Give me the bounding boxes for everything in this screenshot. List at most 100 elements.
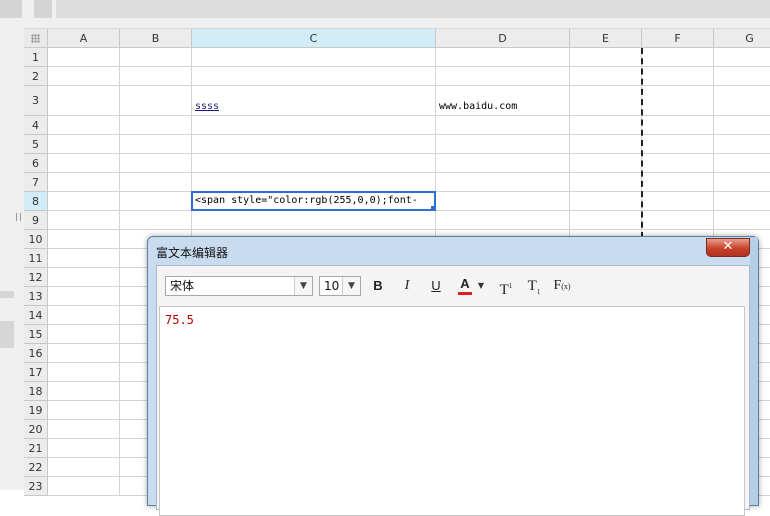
cell-d4[interactable]: [436, 116, 570, 135]
cell-a19[interactable]: [48, 401, 120, 420]
column-header-b[interactable]: B: [120, 29, 192, 48]
row-header-16[interactable]: 16: [24, 344, 48, 363]
cell-b6[interactable]: [120, 154, 192, 173]
font-size-select[interactable]: 10 ▼: [319, 276, 361, 296]
fill-handle[interactable]: [431, 206, 434, 209]
cell-a10[interactable]: [48, 230, 120, 249]
chevron-down-icon[interactable]: ▼: [294, 277, 312, 295]
cell-a22[interactable]: [48, 458, 120, 477]
subscript-button[interactable]: T1: [523, 276, 545, 296]
cell-g4[interactable]: [714, 116, 770, 135]
cell-f2[interactable]: [642, 67, 714, 86]
cell-e9[interactable]: [570, 211, 642, 230]
italic-button[interactable]: I: [396, 276, 418, 296]
cell-c1[interactable]: [192, 48, 436, 67]
cell-a4[interactable]: [48, 116, 120, 135]
cell-c7[interactable]: [192, 173, 436, 192]
column-header-a[interactable]: A: [48, 29, 120, 48]
cell-c6[interactable]: [192, 154, 436, 173]
cell-g7[interactable]: [714, 173, 770, 192]
underline-button[interactable]: U: [425, 276, 447, 296]
cell-f7[interactable]: [642, 173, 714, 192]
cell-g3[interactable]: [714, 86, 770, 116]
cell-g2[interactable]: [714, 67, 770, 86]
row-header-15[interactable]: 15: [24, 325, 48, 344]
row-header-11[interactable]: 11: [24, 249, 48, 268]
cell-d5[interactable]: [436, 135, 570, 154]
cell-a6[interactable]: [48, 154, 120, 173]
cell-d7[interactable]: [436, 173, 570, 192]
cell-b5[interactable]: [120, 135, 192, 154]
cell-e5[interactable]: [570, 135, 642, 154]
close-button[interactable]: ✕: [706, 238, 750, 257]
cell-c4[interactable]: [192, 116, 436, 135]
cell-a5[interactable]: [48, 135, 120, 154]
font-name-select[interactable]: 宋体 ▼: [165, 276, 313, 296]
row-header-8[interactable]: 8: [24, 192, 48, 211]
cell-b4[interactable]: [120, 116, 192, 135]
row-header-14[interactable]: 14: [24, 306, 48, 325]
superscript-button[interactable]: T1: [495, 276, 517, 298]
cell-f9[interactable]: [642, 211, 714, 230]
cell-a3[interactable]: [48, 86, 120, 116]
row-header-5[interactable]: 5: [24, 135, 48, 154]
row-header-2[interactable]: 2: [24, 67, 48, 86]
caret-down-icon[interactable]: ▼: [476, 276, 486, 296]
cell-f4[interactable]: [642, 116, 714, 135]
cell-g1[interactable]: [714, 48, 770, 67]
cell-f3[interactable]: [642, 86, 714, 116]
cell-a18[interactable]: [48, 382, 120, 401]
row-header-21[interactable]: 21: [24, 439, 48, 458]
row-header-23[interactable]: 23: [24, 477, 48, 496]
cell-b9[interactable]: [120, 211, 192, 230]
cell-a2[interactable]: [48, 67, 120, 86]
row-header-19[interactable]: 19: [24, 401, 48, 420]
cell-a14[interactable]: [48, 306, 120, 325]
cell-a23[interactable]: [48, 477, 120, 496]
row-header-7[interactable]: 7: [24, 173, 48, 192]
cell-g6[interactable]: [714, 154, 770, 173]
cell-a13[interactable]: [48, 287, 120, 306]
dialog-edge-scrollbar[interactable]: [750, 237, 758, 505]
formula-button[interactable]: F(x): [549, 276, 575, 296]
cell-a11[interactable]: [48, 249, 120, 268]
cell-c9[interactable]: [192, 211, 436, 230]
cell-f6[interactable]: [642, 154, 714, 173]
select-all-corner[interactable]: [24, 29, 48, 48]
cell-a15[interactable]: [48, 325, 120, 344]
row-header-13[interactable]: 13: [24, 287, 48, 306]
cell-e4[interactable]: [570, 116, 642, 135]
cell-e3[interactable]: [570, 86, 642, 116]
cell-g5[interactable]: [714, 135, 770, 154]
cell-d6[interactable]: [436, 154, 570, 173]
column-header-g[interactable]: G: [714, 29, 770, 48]
font-color-button[interactable]: A: [455, 276, 475, 296]
cell-b7[interactable]: [120, 173, 192, 192]
cell-a9[interactable]: [48, 211, 120, 230]
cell-f8[interactable]: [642, 192, 714, 211]
cell-d2[interactable]: [436, 67, 570, 86]
cell-b2[interactable]: [120, 67, 192, 86]
row-header-17[interactable]: 17: [24, 363, 48, 382]
column-header-e[interactable]: E: [570, 29, 642, 48]
cell-g9[interactable]: [714, 211, 770, 230]
cell-e1[interactable]: [570, 48, 642, 67]
cell-c5[interactable]: [192, 135, 436, 154]
row-header-6[interactable]: 6: [24, 154, 48, 173]
cell-b1[interactable]: [120, 48, 192, 67]
cell-e2[interactable]: [570, 67, 642, 86]
cell-e6[interactable]: [570, 154, 642, 173]
cell-a12[interactable]: [48, 268, 120, 287]
chevron-down-icon[interactable]: ▼: [342, 277, 360, 295]
column-header-c[interactable]: C: [192, 29, 436, 48]
row-header-4[interactable]: 4: [24, 116, 48, 135]
cell-d8[interactable]: [436, 192, 570, 211]
cell-a17[interactable]: [48, 363, 120, 382]
rich-text-area[interactable]: 75.5: [159, 306, 745, 516]
cell-a1[interactable]: [48, 48, 120, 67]
row-header-20[interactable]: 20: [24, 420, 48, 439]
cell-e7[interactable]: [570, 173, 642, 192]
bold-button[interactable]: B: [367, 276, 389, 296]
cell-d9[interactable]: [436, 211, 570, 230]
cell-e8[interactable]: [570, 192, 642, 211]
